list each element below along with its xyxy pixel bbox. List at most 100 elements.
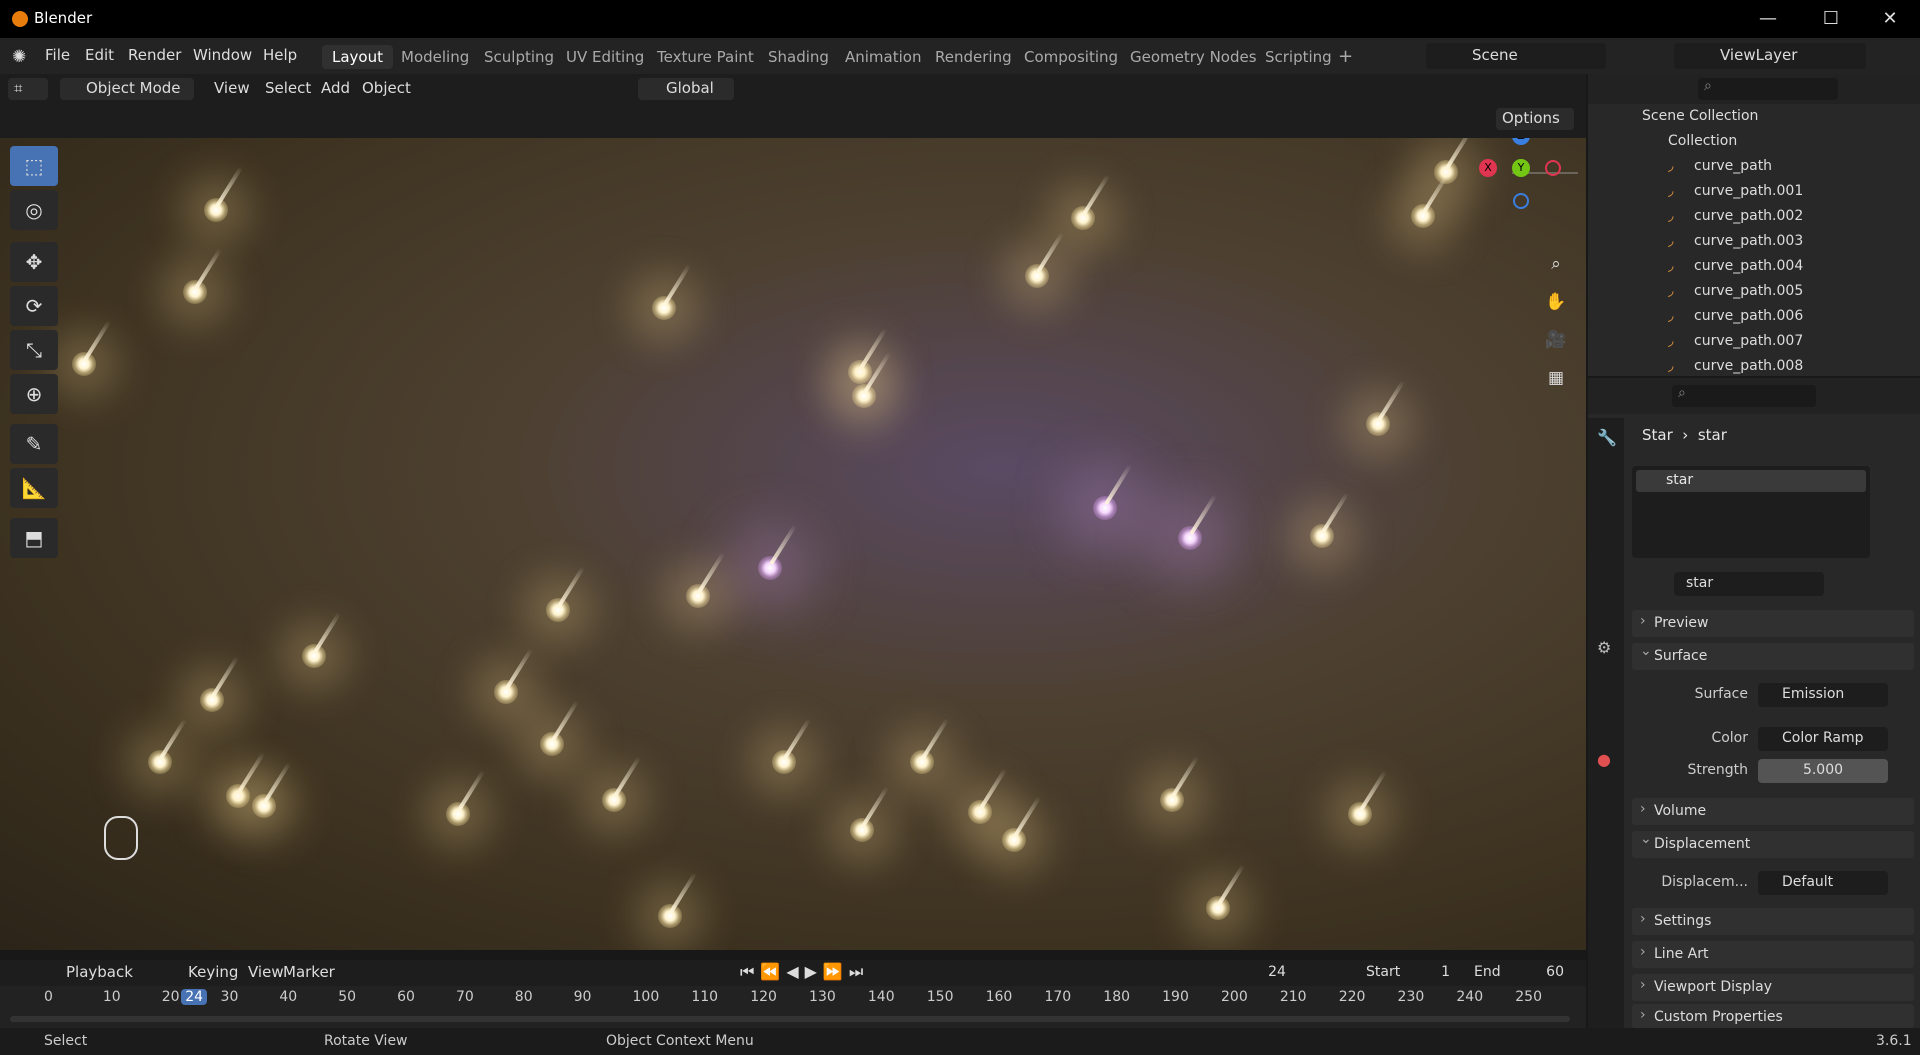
panel-custom-properties[interactable]: Custom Properties (1632, 1004, 1914, 1028)
gizmo-neg-x-icon[interactable] (1545, 160, 1561, 176)
playback-controls[interactable]: ⏮⏪◀▶⏩⏭ (740, 962, 869, 982)
maximize-icon[interactable]: ☐ (1816, 6, 1846, 32)
timeline-track[interactable]: 0 10 20 24 30 40 50 60 70 80 90 100 110 120 130 140 150 1… (0, 986, 1586, 1028)
scene-selector[interactable]: Scene (1426, 43, 1606, 69)
tab-layout[interactable]: Layout (322, 45, 393, 69)
add-workspace-icon[interactable]: + (1338, 46, 1353, 67)
3d-viewport[interactable]: X Y Z ⌕ ✋ 🎥 ▦ (0, 138, 1586, 950)
tab-rendering[interactable]: Rendering (925, 45, 1022, 69)
panel-viewport-display[interactable]: Viewport Display (1632, 974, 1914, 1001)
options-button[interactable]: Options (1496, 108, 1574, 130)
outliner-row-scene-collection[interactable]: Scene Collection (1588, 104, 1920, 129)
tab-uv-editing[interactable]: UV Editing (556, 45, 654, 69)
transform-tool-icon[interactable]: ⊕ (10, 374, 58, 414)
outliner-item[interactable]: ◞ curve_path.004 (1588, 254, 1920, 279)
curve-icon: ◞ (1668, 358, 1674, 374)
outliner-item-label: curve_path.003 (1694, 233, 1804, 249)
panel-volume[interactable]: Volume (1632, 798, 1914, 825)
menu-edit[interactable]: Edit (85, 46, 114, 64)
properties-search-input[interactable]: ⌕ (1672, 385, 1816, 407)
star-particle (183, 280, 207, 304)
material-tab-icon[interactable]: ● (1597, 750, 1611, 769)
outliner-item[interactable]: ◞ curve_path.006 (1588, 304, 1920, 329)
tab-scripting[interactable]: Scripting (1255, 45, 1342, 69)
menu-keying[interactable]: Keying (182, 962, 244, 984)
current-frame-input[interactable]: 24 (1232, 961, 1322, 985)
measure-tool-icon[interactable]: 📐 (10, 468, 58, 508)
select-box-tool-icon[interactable]: ⬚ (10, 146, 58, 186)
annotate-tool-icon[interactable]: ✎ (10, 424, 58, 464)
outliner-item[interactable]: ◞ curve_path.007 (1588, 329, 1920, 354)
tab-sculpting[interactable]: Sculpting (474, 45, 564, 69)
frame-tick: 30 (220, 989, 239, 1005)
star-particle-pink (1093, 496, 1117, 520)
strength-input[interactable]: 5.000 (1758, 759, 1888, 783)
panel-displacement[interactable]: Displacement (1632, 831, 1914, 858)
camera-view-icon[interactable]: 🎥 (1540, 324, 1572, 356)
editor-type-icon[interactable]: ⌗ (8, 78, 48, 100)
outliner-item[interactable]: ◞ curve_path.003 (1588, 229, 1920, 254)
timeline-scrollbar[interactable] (10, 1016, 1570, 1022)
menu-help[interactable]: Help (263, 46, 297, 64)
menu-add[interactable]: Add (315, 78, 356, 100)
menu-playback[interactable]: Playback (60, 962, 139, 984)
zoom-icon[interactable]: ⌕ (1540, 248, 1572, 280)
view-layer-selector[interactable]: ViewLayer (1674, 43, 1866, 69)
add-cube-tool-icon[interactable]: ⬒ (10, 518, 58, 558)
outliner-search-input[interactable]: ⌕ (1698, 78, 1838, 100)
menu-file[interactable]: File (45, 46, 70, 64)
menu-window[interactable]: Window (193, 46, 252, 64)
gizmo-z-icon[interactable]: Z (1512, 138, 1530, 145)
menu-render[interactable]: Render (128, 46, 181, 64)
curve-icon: ◞ (1668, 258, 1674, 274)
color-input-field[interactable]: Color Ramp (1758, 727, 1888, 751)
outliner-item[interactable]: ◞ curve_path (1588, 154, 1920, 179)
close-icon[interactable]: ✕ (1875, 6, 1905, 32)
pan-hand-icon[interactable]: ✋ (1540, 286, 1572, 318)
end-frame-input[interactable]: End 60 (1466, 961, 1574, 985)
blender-menu-icon[interactable]: ✺ (12, 47, 26, 67)
displacement-field[interactable]: Default (1758, 871, 1888, 895)
material-datablock-field[interactable]: star (1674, 572, 1824, 596)
material-slot-row[interactable]: star (1636, 470, 1866, 492)
outliner-row-collection[interactable]: Collection (1588, 129, 1920, 154)
move-tool-icon[interactable]: ✥ (10, 242, 58, 282)
scale-tool-icon[interactable]: ⤡ (10, 330, 58, 370)
outliner-item[interactable]: ◞ curve_path.001 (1588, 179, 1920, 204)
panel-surface[interactable]: Surface (1632, 643, 1914, 670)
minimize-icon[interactable]: — (1753, 6, 1783, 32)
menu-select[interactable]: Select (259, 78, 317, 100)
rotate-tool-icon[interactable]: ⟳ (10, 286, 58, 326)
physics-tab-icon[interactable]: ⚙ (1597, 638, 1611, 657)
tool-tab-icon[interactable]: 🔧 (1597, 428, 1617, 447)
tab-compositing[interactable]: Compositing (1014, 45, 1128, 69)
material-slot-list[interactable]: star (1632, 466, 1870, 558)
gizmo-x-icon[interactable]: X (1479, 159, 1497, 177)
panel-preview[interactable]: Preview (1632, 610, 1914, 637)
gizmo-y-icon[interactable]: Y (1512, 159, 1530, 177)
ortho-grid-icon[interactable]: ▦ (1540, 362, 1572, 394)
panel-settings[interactable]: Settings (1632, 908, 1914, 935)
tab-geometry-nodes[interactable]: Geometry Nodes (1120, 45, 1267, 69)
outliner-item[interactable]: ◞ curve_path.002 (1588, 204, 1920, 229)
start-frame-input[interactable]: Start 1 (1358, 961, 1460, 985)
star-particle (772, 750, 796, 774)
tab-modeling[interactable]: Modeling (391, 45, 479, 69)
transform-orientation-dropdown[interactable]: Global (638, 78, 734, 100)
material-datablock-label: star (1686, 575, 1714, 591)
cursor-tool-icon[interactable]: ◎ (10, 190, 58, 230)
menu-marker[interactable]: Marker (277, 962, 341, 984)
outliner-item[interactable]: ◞ curve_path.008 (1588, 354, 1920, 376)
tab-animation[interactable]: Animation (835, 45, 931, 69)
panel-line-art[interactable]: Line Art (1632, 941, 1914, 968)
navigation-gizmo[interactable]: X Y Z (1478, 138, 1586, 246)
gizmo-neg-z-icon[interactable] (1513, 193, 1529, 209)
tab-shading[interactable]: Shading (758, 45, 839, 69)
menu-view[interactable]: View (208, 78, 256, 100)
mode-dropdown[interactable]: Object Mode (60, 78, 194, 100)
displacement-value: Default (1782, 874, 1834, 890)
tab-texture-paint[interactable]: Texture Paint (647, 45, 764, 69)
surface-shader-field[interactable]: Emission (1758, 683, 1888, 707)
menu-object[interactable]: Object (356, 78, 417, 100)
outliner-item[interactable]: ◞ curve_path.005 (1588, 279, 1920, 304)
